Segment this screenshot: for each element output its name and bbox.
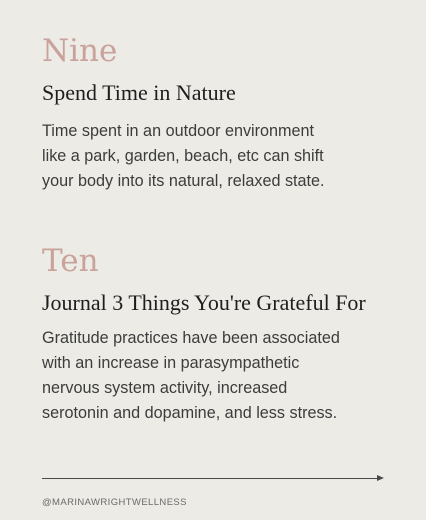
tip-heading-nature: Spend Time in Nature — [42, 80, 236, 105]
arrow-right-icon — [377, 475, 384, 481]
tip-body-line: Time spent in an outdoor environment — [42, 122, 315, 140]
arrow-right-icon-line — [42, 478, 379, 479]
tip-body-line: like a park, garden, beach, etc can shif… — [42, 147, 324, 165]
tip-body-journal: Gratitude practices have been associated… — [42, 326, 412, 426]
tip-number-ten: Ten — [42, 243, 99, 279]
tip-body-line: with an increase in parasympathetic — [42, 354, 300, 372]
tip-body-line: your body into its natural, relaxed stat… — [42, 172, 325, 190]
tip-body-line: Gratitude practices have been associated — [42, 329, 340, 347]
social-handle: @MARINAWRIGHTWELLNESS — [42, 497, 187, 508]
tip-body-nature: Time spent in an outdoor environment lik… — [42, 119, 412, 194]
tip-body-line: nervous system activity, increased — [42, 379, 288, 397]
tip-number-nine: Nine — [42, 33, 118, 69]
tip-body-line: serotonin and dopamine, and less stress. — [42, 404, 338, 422]
tip-heading-journal: Journal 3 Things You're Grateful For — [42, 290, 366, 315]
